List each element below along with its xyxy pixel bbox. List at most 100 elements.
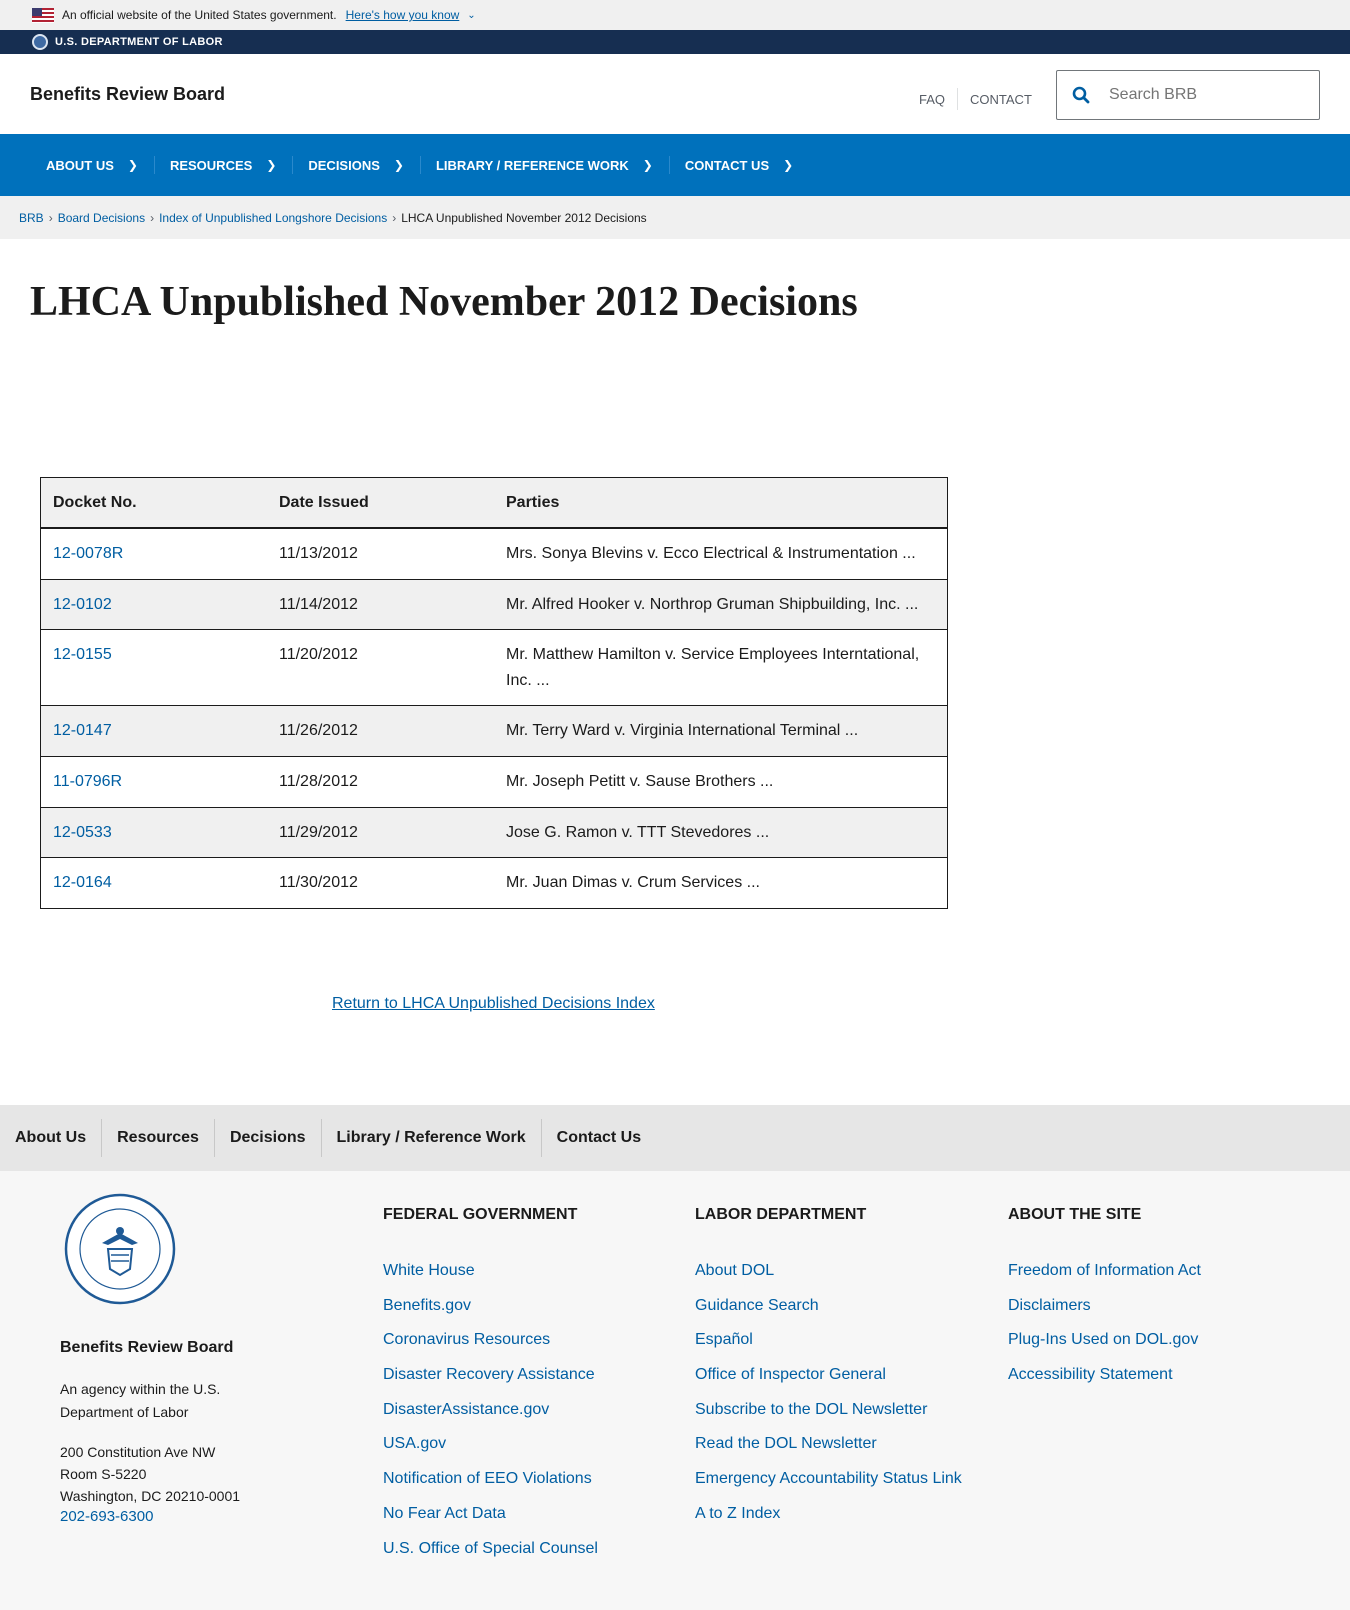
table-header-row: Docket No. Date Issued Parties [41, 478, 947, 529]
footer-link[interactable]: Office of Inspector General [695, 1358, 962, 1393]
us-flag-icon [32, 7, 54, 23]
footer-column-labor-department: LABOR DEPARTMENT About DOL Guidance Sear… [695, 1206, 962, 1532]
nav-contact-us[interactable]: CONTACT US ❯ [668, 134, 809, 196]
header-links: FAQ CONTACT [919, 88, 1032, 110]
breadcrumb-separator: › [392, 210, 397, 225]
docket-link[interactable]: 12-0533 [53, 824, 112, 841]
address-line: Washington, DC 20210-0001 [60, 1488, 241, 1504]
breadcrumb-separator: › [150, 210, 155, 225]
search-input[interactable] [1105, 86, 1305, 104]
footer-nav-about-us[interactable]: About Us [15, 1119, 101, 1157]
breadcrumb-board-decisions[interactable]: Board Decisions [58, 211, 145, 225]
site-title[interactable]: Benefits Review Board [30, 84, 225, 105]
nav-label: ABOUT US [46, 157, 114, 173]
search-icon[interactable] [1057, 86, 1105, 104]
parties-cell: Mr. Terry Ward v. Virginia International… [494, 705, 947, 757]
footer-phone-link[interactable]: 202-693-6300 [60, 1508, 153, 1525]
column-header-docket: Docket No. [41, 478, 267, 529]
table-row: 12-0533 11/29/2012 Jose G. Ramon v. TTT … [41, 807, 947, 859]
breadcrumb-current: LHCA Unpublished November 2012 Decisions [401, 210, 647, 225]
footer-link[interactable]: Español [695, 1323, 962, 1358]
parties-cell: Mrs. Sonya Blevins v. Ecco Electrical & … [494, 528, 947, 580]
date-cell: 11/20/2012 [267, 629, 494, 707]
chevron-down-icon: ❯ [393, 158, 404, 172]
footer-link[interactable]: Emergency Accountability Status Link [695, 1462, 962, 1497]
table-row: 12-0078R 11/13/2012 Mrs. Sonya Blevins v… [41, 528, 947, 580]
footer-nav-resources[interactable]: Resources [101, 1119, 214, 1157]
nav-label: LIBRARY / REFERENCE WORK [435, 157, 629, 173]
contact-link[interactable]: CONTACT [970, 92, 1032, 107]
chevron-down-icon[interactable]: ⌄ [467, 10, 475, 21]
dol-seal-icon [32, 34, 48, 50]
footer-link[interactable]: Notification of EEO Violations [383, 1462, 598, 1497]
footer-link[interactable]: Coronavirus Resources [383, 1323, 598, 1358]
docket-link[interactable]: 12-0078R [53, 545, 123, 562]
parties-cell: Mr. Joseph Petitt v. Sause Brothers ... [494, 756, 947, 808]
site-footer: Benefits Review Board An agency within t… [0, 1171, 1350, 1610]
parties-cell: Jose G. Ramon v. TTT Stevedores ... [494, 807, 947, 859]
docket-link[interactable]: 12-0147 [53, 722, 112, 739]
footer-nav-contact-us[interactable]: Contact Us [540, 1119, 656, 1157]
footer-link[interactable]: USA.gov [383, 1427, 598, 1462]
search-box [1056, 70, 1320, 120]
chevron-down-icon: ❯ [642, 158, 653, 172]
date-cell: 11/30/2012 [279, 874, 358, 892]
footer-column-about-the-site: ABOUT THE SITE Freedom of Information Ac… [1008, 1206, 1201, 1393]
footer-link[interactable]: A to Z Index [695, 1497, 962, 1532]
table-row: 12-0164 11/30/2012 Mr. Juan Dimas v. Cru… [41, 858, 947, 908]
gov-banner-text: An official website of the United States… [62, 8, 337, 22]
footer-link[interactable]: Subscribe to the DOL Newsletter [695, 1393, 962, 1428]
footer-link[interactable]: Guidance Search [695, 1289, 962, 1324]
footer-agency-name: Benefits Review Board [60, 1339, 234, 1356]
footer-link[interactable]: White House [383, 1254, 598, 1289]
footer-link[interactable]: No Fear Act Data [383, 1497, 598, 1532]
breadcrumb-brb[interactable]: BRB [19, 211, 44, 225]
footer-link[interactable]: Freedom of Information Act [1008, 1254, 1201, 1289]
table-row: 12-0147 11/26/2012 Mr. Terry Ward v. Vir… [41, 705, 947, 757]
footer-link[interactable]: Plug-Ins Used on DOL.gov [1008, 1323, 1201, 1358]
how-you-know-link[interactable]: Here's how you know [346, 8, 460, 22]
footer-nav: About Us Resources Decisions Library / R… [0, 1105, 1350, 1171]
decisions-table: Docket No. Date Issued Parties 12-0078R … [40, 477, 948, 909]
department-of-labor-seal-icon[interactable] [64, 1193, 176, 1305]
table-row: 11-0796R 11/28/2012 Mr. Joseph Petitt v.… [41, 756, 947, 808]
date-cell: 11/29/2012 [267, 807, 494, 859]
footer-link[interactable]: Benefits.gov [383, 1289, 598, 1324]
footer-nav-decisions[interactable]: Decisions [213, 1119, 321, 1157]
footer-address: 200 Constitution Ave NW Room S-5220 Wash… [60, 1441, 240, 1507]
parties-cell: Mr. Alfred Hooker v. Northrop Gruman Shi… [494, 579, 947, 631]
breadcrumb-index[interactable]: Index of Unpublished Longshore Decisions [159, 211, 387, 225]
footer-link[interactable]: Disaster Recovery Assistance [383, 1358, 598, 1393]
site-header: Benefits Review Board FAQ CONTACT [0, 54, 1350, 134]
footer-nav-library[interactable]: Library / Reference Work [320, 1119, 541, 1157]
footer-link[interactable]: About DOL [695, 1254, 962, 1289]
footer-column-heading: FEDERAL GOVERNMENT [383, 1206, 578, 1223]
docket-link[interactable]: 12-0164 [53, 874, 112, 891]
address-line: 200 Constitution Ave NW [60, 1444, 216, 1460]
date-cell: 11/28/2012 [267, 756, 494, 808]
footer-link[interactable]: U.S. Office of Special Counsel [383, 1532, 598, 1567]
return-to-index-link[interactable]: Return to LHCA Unpublished Decisions Ind… [332, 995, 655, 1013]
docket-link[interactable]: 11-0796R [53, 773, 122, 790]
footer-link[interactable]: Accessibility Statement [1008, 1358, 1201, 1393]
chevron-down-icon: ❯ [783, 158, 794, 172]
footer-link[interactable]: Read the DOL Newsletter [695, 1427, 962, 1462]
nav-resources[interactable]: RESOURCES ❯ [153, 134, 292, 196]
divider [957, 88, 959, 110]
column-header-parties: Parties [494, 478, 947, 529]
footer-link[interactable]: DisasterAssistance.gov [383, 1393, 598, 1428]
footer-link[interactable]: Disclaimers [1008, 1289, 1201, 1324]
docket-link[interactable]: 12-0102 [53, 596, 112, 613]
dol-strip-text[interactable]: U.S. DEPARTMENT OF LABOR [55, 36, 223, 48]
footer-column-heading: LABOR DEPARTMENT [695, 1206, 867, 1223]
parties-cell: Mr. Matthew Hamilton v. Service Employee… [494, 629, 947, 707]
docket-link[interactable]: 12-0155 [53, 646, 112, 663]
chevron-down-icon: ❯ [127, 158, 138, 172]
nav-about-us[interactable]: ABOUT US ❯ [30, 134, 154, 196]
footer-column-heading: ABOUT THE SITE [1008, 1206, 1142, 1223]
nav-library[interactable]: LIBRARY / REFERENCE WORK ❯ [419, 134, 669, 196]
parties-cell: Mr. Juan Dimas v. Crum Services ... [506, 874, 760, 892]
date-cell: 11/26/2012 [267, 705, 494, 757]
faq-link[interactable]: FAQ [919, 92, 945, 107]
nav-decisions[interactable]: DECISIONS ❯ [292, 134, 420, 196]
